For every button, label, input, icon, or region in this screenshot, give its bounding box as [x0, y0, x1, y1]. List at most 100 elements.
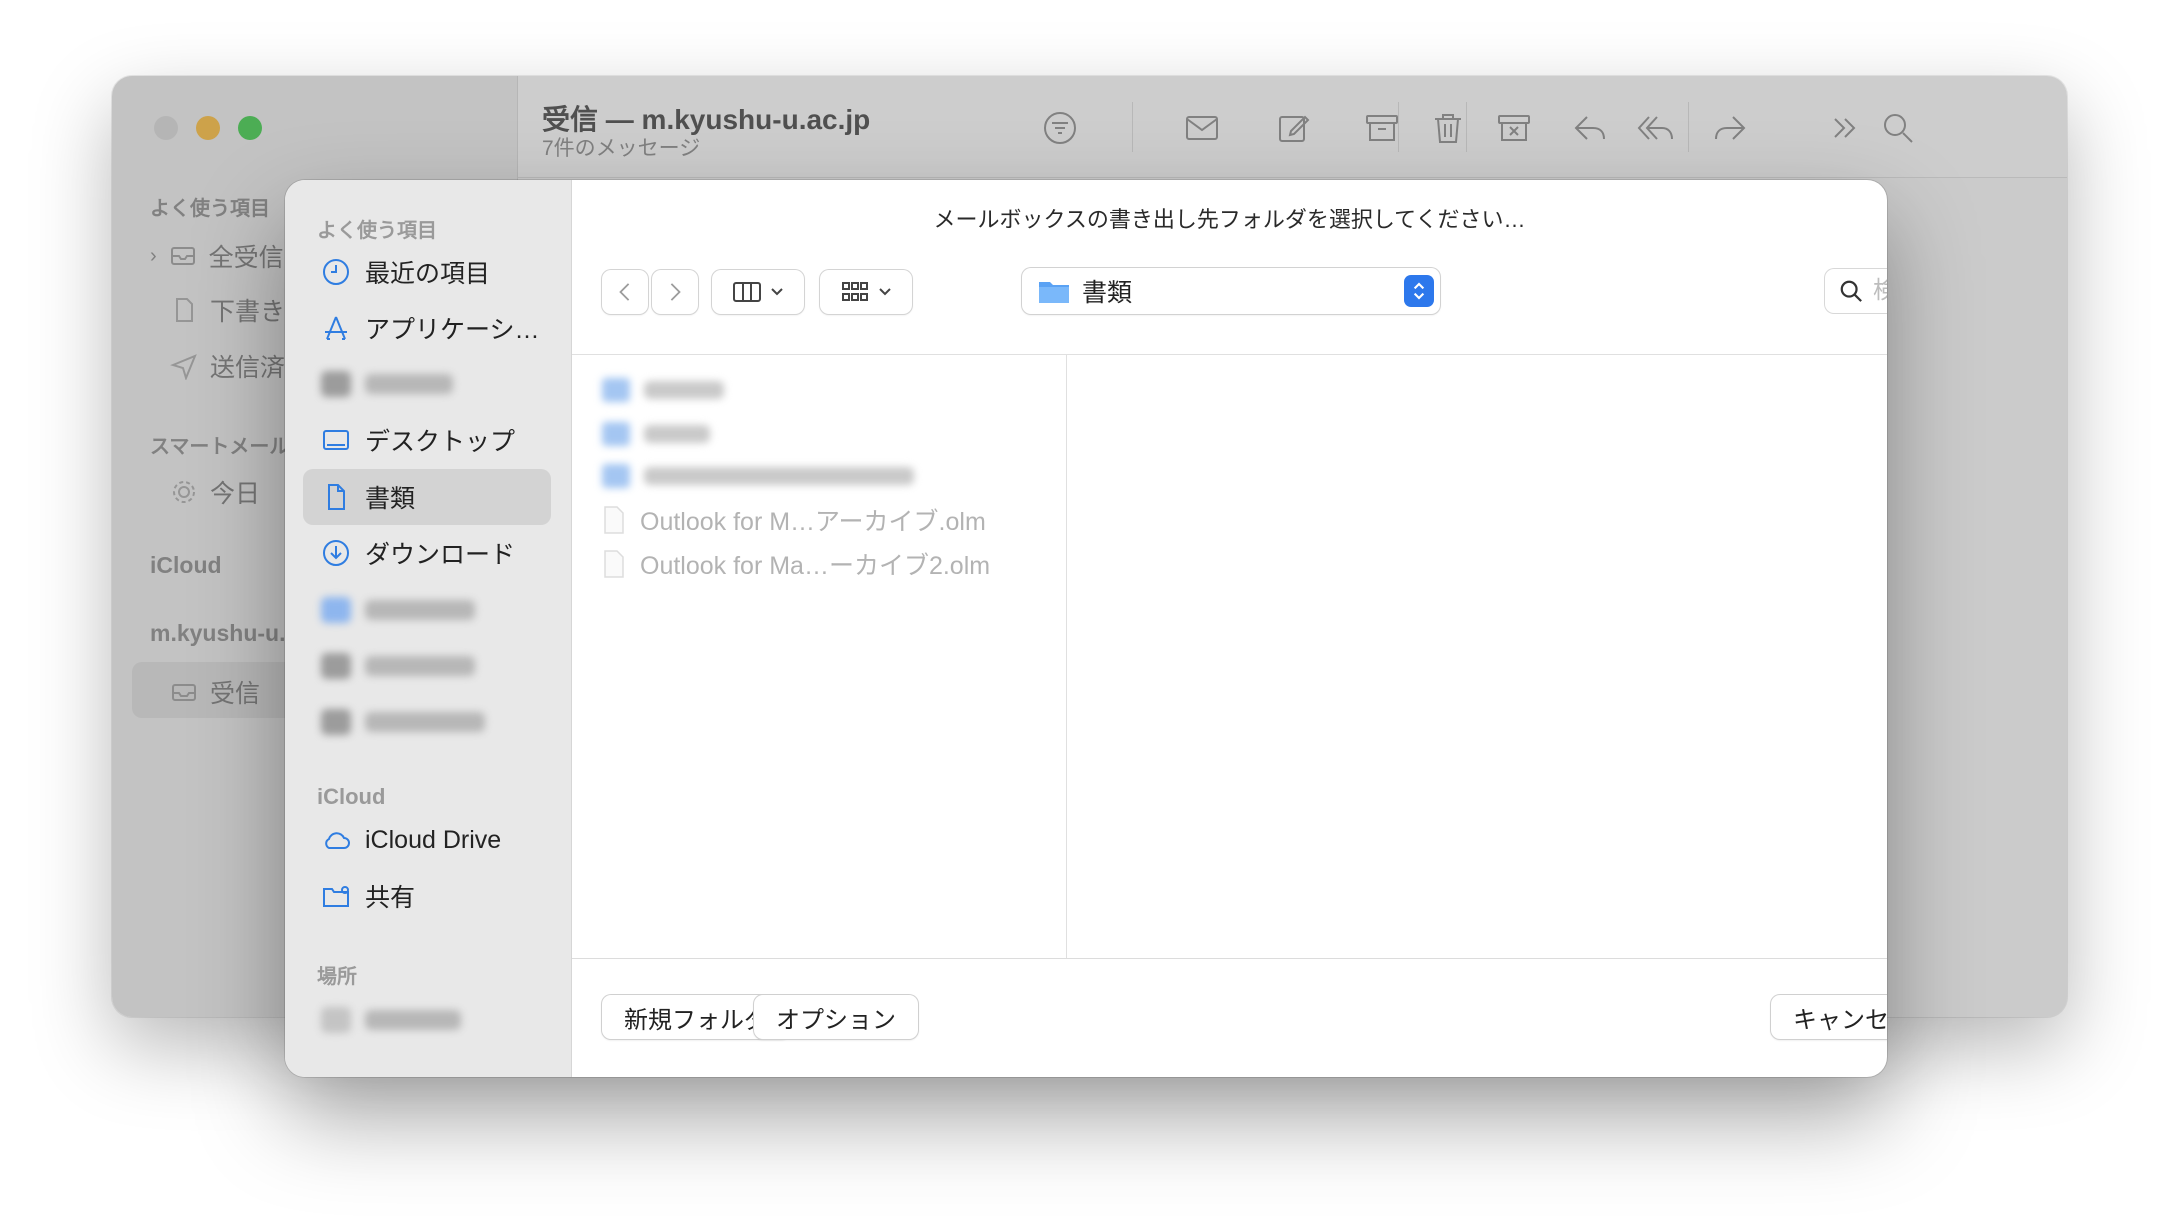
toolbar-separator: [1132, 102, 1133, 152]
blurred-sidebar-item[interactable]: [321, 596, 475, 624]
mail-window-subtitle: 7件のメッセージ: [542, 137, 701, 160]
mail-favorites-header: よく使う項目: [150, 198, 270, 220]
file-row[interactable]: Outlook for M…アーカイブ.olm: [602, 500, 986, 540]
mail-sidebar-item-label: 全受信: [208, 244, 284, 272]
sidebar-item-downloads[interactable]: ダウンロード: [303, 525, 551, 581]
folder-icon: [1039, 282, 1069, 303]
options-button[interactable]: オプション: [754, 995, 918, 1039]
cloud-icon: [321, 825, 351, 855]
browser-top-border: [572, 354, 1887, 355]
sidebar-item-label: 共有: [365, 884, 416, 912]
search-icon: [1840, 280, 1862, 302]
sidebar-item-documents[interactable]: 書類: [303, 469, 551, 525]
file-row[interactable]: Outlook for Ma…ーカイブ2.olm: [602, 544, 990, 584]
dialog-main: メールボックスの書き出し先フォルダを選択してください… 書類 検索 Outloo…: [572, 180, 1887, 1077]
window-controls: [154, 116, 262, 140]
chevron-right-icon: ›: [150, 244, 157, 267]
view-mode-button[interactable]: [712, 270, 804, 314]
chevron-down-icon: [879, 288, 891, 296]
close-window-button[interactable]: [154, 116, 178, 140]
search-icon[interactable]: [1878, 108, 1918, 148]
blurred-sidebar-item[interactable]: [321, 1006, 461, 1034]
mailboxes-icon: [169, 242, 197, 270]
folder-row[interactable]: [602, 456, 914, 496]
dialog-message: メールボックスの書き出し先フォルダを選択してください…: [933, 207, 1526, 232]
popup-stepper-icon: [1404, 275, 1434, 307]
search-input[interactable]: [1873, 277, 1887, 305]
sidebar-item-label: iCloud Drive: [365, 825, 502, 854]
mail-sidebar-item-sent[interactable]: 送信済: [170, 348, 285, 384]
mail-icloud-header: iCloud: [150, 552, 222, 578]
chevron-left-icon: [619, 283, 630, 301]
more-chevrons-icon[interactable]: [1824, 108, 1864, 148]
download-icon: [321, 538, 351, 568]
mail-toolbar: 受信 — m.kyushu-u.ac.jp 7件のメッセージ: [518, 76, 2067, 178]
mail-account-header: m.kyushu-u.: [150, 620, 286, 646]
mail-smart-header: スマートメール: [150, 436, 290, 458]
chevron-right-icon: [670, 283, 681, 301]
mail-sidebar-item-label: 下書き: [210, 298, 286, 326]
sidebar-item-label: アプリケーシ…: [365, 316, 540, 344]
toolbar-separator: [1398, 102, 1399, 152]
sidebar-item-recents[interactable]: 最近の項目: [303, 244, 551, 300]
reply-all-icon[interactable]: [1636, 108, 1676, 148]
envelope-icon[interactable]: [1182, 108, 1222, 148]
shared-folder-icon: [321, 881, 351, 911]
document-file-icon: [604, 550, 624, 578]
sidebar-item-label: 最近の項目: [365, 260, 491, 288]
favorites-header: よく使う項目: [317, 220, 437, 242]
trash-icon[interactable]: [1428, 108, 1468, 148]
back-button[interactable]: [602, 270, 648, 314]
sidebar-item-label: ダウンロード: [365, 541, 516, 569]
sidebar-item-desktop[interactable]: デスクトップ: [303, 412, 551, 468]
zoom-window-button[interactable]: [238, 116, 262, 140]
archive-icon[interactable]: [1362, 108, 1402, 148]
sidebar-item-applications[interactable]: アプリケーシ…: [303, 300, 551, 356]
forward-icon[interactable]: [1710, 108, 1750, 148]
folder-row[interactable]: [602, 414, 710, 454]
location-popup[interactable]: 書類: [1022, 268, 1440, 314]
chevron-down-icon: [771, 288, 783, 296]
mail-sidebar-item-all-inboxes[interactable]: › 全受信: [150, 238, 284, 274]
mail-sidebar-item-today[interactable]: 今日: [170, 474, 260, 510]
locations-header: 場所: [317, 966, 357, 988]
column-divider[interactable]: [1066, 355, 1067, 958]
blurred-sidebar-item[interactable]: [321, 708, 485, 736]
forward-button[interactable]: [652, 270, 698, 314]
sidebar-item-shared[interactable]: 共有: [303, 868, 551, 924]
document-icon: [321, 482, 351, 512]
clock-icon: [321, 257, 351, 287]
toolbar-separator: [1466, 102, 1467, 152]
mail-sidebar-item-label: 送信済: [210, 354, 286, 382]
blurred-sidebar-item[interactable]: [321, 370, 453, 398]
mail-sidebar-item-inbox[interactable]: 受信: [170, 674, 260, 710]
blurred-sidebar-item[interactable]: [321, 652, 475, 680]
apps-icon: [321, 313, 351, 343]
toolbar-separator: [1688, 102, 1689, 152]
sidebar-item-label: 書類: [365, 485, 416, 513]
sidebar-item-icloud-drive[interactable]: iCloud Drive: [303, 812, 551, 868]
minimize-window-button[interactable]: [196, 116, 220, 140]
browser-bottom-border: [572, 958, 1887, 959]
compose-icon[interactable]: [1274, 108, 1314, 148]
search-field[interactable]: [1825, 269, 1887, 313]
location-label: 書類: [1082, 279, 1133, 307]
file-name: Outlook for M…アーカイブ.olm: [640, 508, 986, 536]
sent-icon: [170, 352, 198, 381]
gear-icon: [170, 478, 198, 506]
grid-group-icon: [842, 282, 868, 301]
mail-sidebar-item-label: 今日: [210, 480, 261, 508]
draft-icon: [170, 296, 198, 324]
reply-icon[interactable]: [1570, 108, 1610, 148]
columns-view-icon: [733, 282, 761, 302]
filter-icon[interactable]: [1040, 108, 1080, 148]
document-file-icon: [604, 506, 624, 534]
junk-icon[interactable]: [1494, 108, 1534, 148]
group-by-button[interactable]: [820, 270, 912, 314]
folder-select-dialog: よく使う項目 最近の項目 アプリケーシ… デスクトップ 書類 ダウンロード iC…: [285, 180, 1887, 1077]
inbox-icon: [170, 678, 198, 706]
cancel-button[interactable]: キャンセル: [1771, 995, 1887, 1039]
mail-sidebar-item-drafts[interactable]: 下書き: [170, 292, 285, 328]
mail-sidebar-item-label: 受信: [210, 680, 261, 708]
folder-row[interactable]: [602, 370, 724, 410]
